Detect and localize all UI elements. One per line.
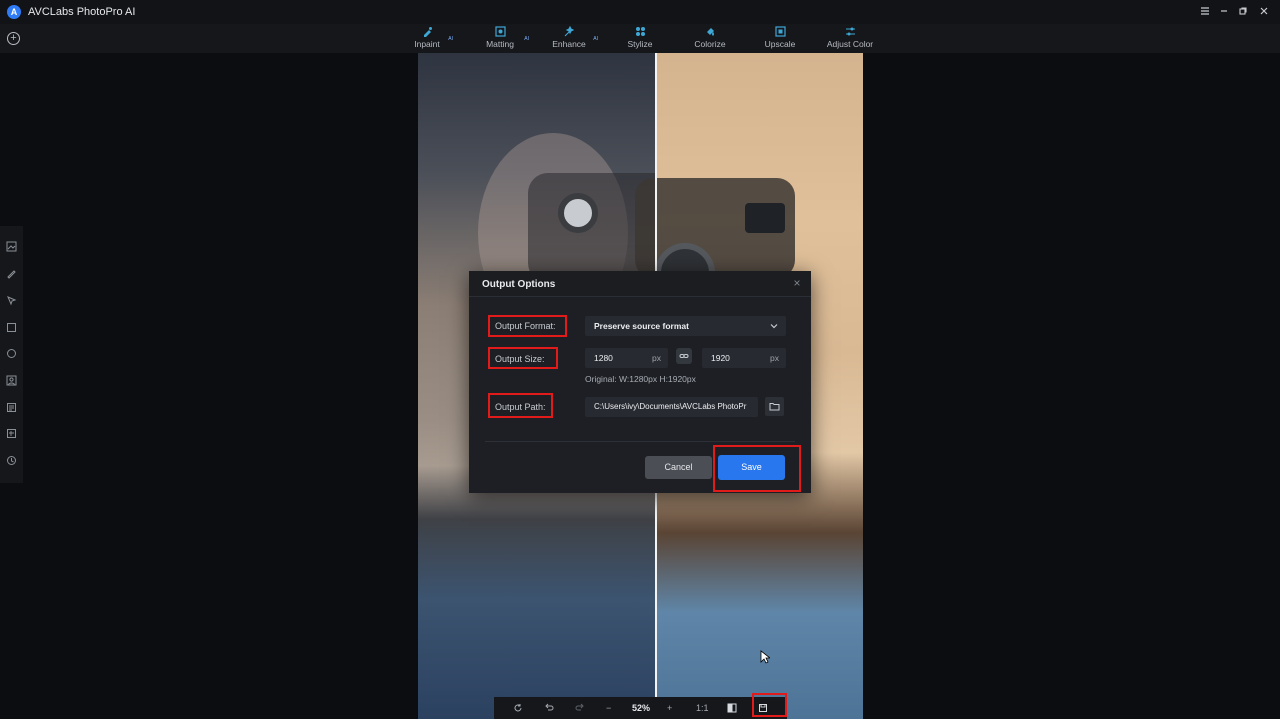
redo-icon[interactable] <box>575 703 585 713</box>
rectangle-icon[interactable] <box>6 322 17 333</box>
tab-upscale[interactable]: Upscale <box>763 25 797 52</box>
app-window: A AVCLabs PhotoPro AI + Inpaint AI Mattin… <box>0 0 1280 719</box>
tab-colorize-label: Colorize <box>694 39 726 49</box>
tab-stylize[interactable]: Stylize <box>624 25 656 52</box>
portrait-icon[interactable] <box>6 375 17 386</box>
add-image-button[interactable]: + <box>7 32 20 45</box>
lasso-icon[interactable] <box>6 295 17 306</box>
output-format-select[interactable]: Preserve source format <box>585 316 786 336</box>
tab-inpaint-label: Inpaint <box>414 39 440 49</box>
matting-icon <box>494 26 506 37</box>
tab-inpaint-badge: AI <box>448 36 453 42</box>
output-size-label: Output Size: <box>495 354 545 364</box>
image-adjust-icon[interactable] <box>6 241 17 252</box>
title-bar: A AVCLabs PhotoPro AI <box>0 0 1280 24</box>
tab-enhance-badge: AI <box>593 36 598 42</box>
tab-enhance[interactable]: Enhance AI <box>549 25 598 52</box>
output-path-label: Output Path: <box>495 402 546 412</box>
dialog-divider <box>485 441 795 442</box>
enhance-icon <box>564 26 574 37</box>
link-icon <box>679 354 689 358</box>
dialog-header: Output Options × <box>469 271 811 297</box>
cancel-button[interactable]: Cancel <box>645 456 712 479</box>
tab-upscale-label: Upscale <box>764 39 796 49</box>
highlight-save-icon <box>752 693 787 717</box>
tab-stylize-label: Stylize <box>627 39 653 49</box>
aspect-lock-button[interactable] <box>676 348 692 364</box>
close-window-icon[interactable] <box>1256 4 1272 20</box>
folder-icon <box>769 403 780 411</box>
actual-size-button[interactable]: 1:1 <box>696 702 709 714</box>
output-path-value: C:\Users\ivy\Documents\AVCLabs PhotoPr <box>594 402 747 411</box>
tab-inpaint[interactable]: Inpaint AI <box>410 25 453 52</box>
inpaint-icon <box>423 27 432 37</box>
height-unit: px <box>770 353 779 363</box>
brush-icon[interactable] <box>6 268 17 279</box>
width-value: 1280 <box>594 353 613 363</box>
width-unit: px <box>652 353 661 363</box>
zoom-in-button[interactable]: + <box>667 702 672 714</box>
stylize-icon <box>635 27 645 36</box>
restore-icon[interactable] <box>1235 4 1251 20</box>
height-input[interactable]: 1920 px <box>702 348 786 368</box>
colorize-icon <box>706 28 714 36</box>
output-format-value: Preserve source format <box>594 321 689 331</box>
zoom-out-button[interactable]: − <box>606 702 611 714</box>
menu-icon[interactable] <box>1197 4 1213 20</box>
undo-icon[interactable] <box>544 703 554 713</box>
browse-folder-button[interactable] <box>765 397 784 416</box>
app-logo-icon: A <box>7 5 21 19</box>
left-tool-rail <box>0 226 23 483</box>
width-input[interactable]: 1280 px <box>585 348 668 368</box>
close-icon[interactable]: × <box>791 277 803 289</box>
tab-enhance-label: Enhance <box>552 39 586 49</box>
zoom-level: 52% <box>632 703 651 713</box>
height-value: 1920 <box>711 353 730 363</box>
output-format-label: Output Format: <box>495 321 556 331</box>
output-options-dialog: Output Options × Output Format: Preserve… <box>469 271 811 493</box>
tab-matting[interactable]: Matting AI <box>480 25 529 52</box>
original-size-text: Original: W:1280px H:1920px <box>585 374 696 384</box>
ellipse-icon[interactable] <box>6 348 17 359</box>
chevron-down-icon <box>770 324 778 329</box>
tab-adjust-color[interactable]: Adjust Color <box>826 25 874 52</box>
tab-matting-label: Matting <box>486 39 514 49</box>
adjust-color-icon <box>845 27 855 36</box>
document-icon[interactable] <box>6 402 17 413</box>
crop-icon[interactable] <box>6 428 17 439</box>
tab-matting-badge: AI <box>524 36 529 42</box>
compare-view-icon[interactable] <box>727 703 737 713</box>
output-path-input[interactable]: C:\Users\ivy\Documents\AVCLabs PhotoPr <box>585 397 758 417</box>
highlight-save-button <box>713 445 801 492</box>
tab-adjust-color-label: Adjust Color <box>826 39 874 49</box>
history-icon[interactable] <box>6 455 17 466</box>
reset-icon[interactable] <box>513 703 523 713</box>
tab-colorize[interactable]: Colorize <box>692 25 728 52</box>
minimize-icon[interactable] <box>1216 4 1232 20</box>
upscale-icon <box>774 26 786 37</box>
app-title: AVCLabs PhotoPro AI <box>28 6 136 18</box>
dialog-title: Output Options <box>482 279 556 290</box>
mouse-cursor-icon <box>760 650 770 664</box>
